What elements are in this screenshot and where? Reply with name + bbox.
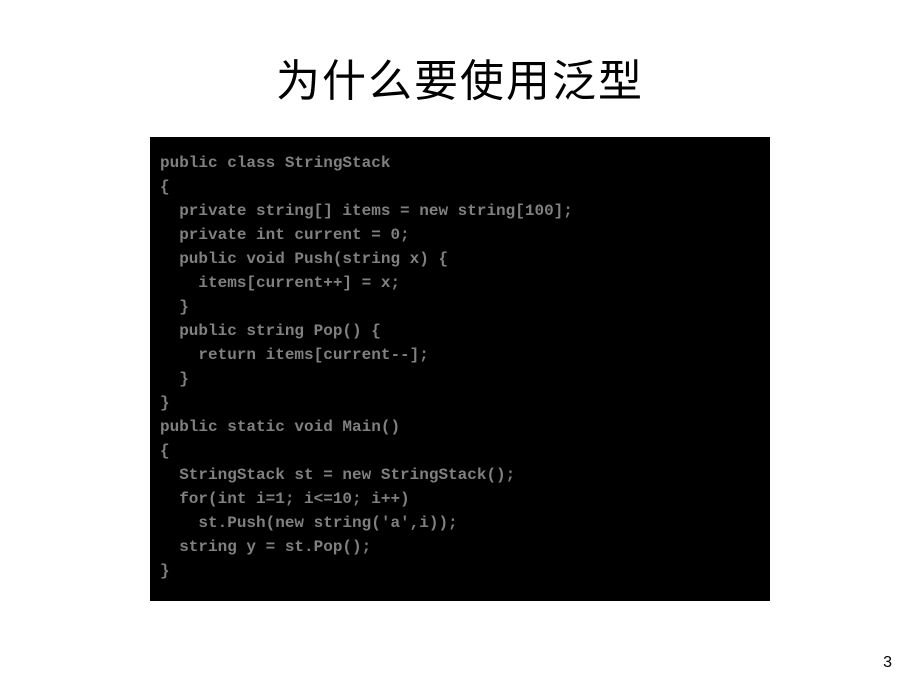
- code-line: string y = st.Pop();: [160, 535, 760, 559]
- slide-title: 为什么要使用泛型: [276, 45, 644, 109]
- code-line: StringStack st = new StringStack();: [160, 463, 760, 487]
- code-line: public class StringStack: [160, 151, 760, 175]
- code-line: private string[] items = new string[100]…: [160, 199, 760, 223]
- code-line: {: [160, 439, 760, 463]
- code-line: {: [160, 175, 760, 199]
- code-line: public string Pop() {: [160, 319, 760, 343]
- page-number: 3: [883, 654, 892, 672]
- code-line: }: [160, 295, 760, 319]
- code-line: for(int i=1; i<=10; i++): [160, 487, 760, 511]
- code-line: items[current++] = x;: [160, 271, 760, 295]
- code-line: }: [160, 559, 760, 583]
- slide-container: 为什么要使用泛型 public class StringStack { priv…: [0, 0, 920, 690]
- code-line: return items[current--];: [160, 343, 760, 367]
- code-line: }: [160, 391, 760, 415]
- code-line: st.Push(new string('a',i));: [160, 511, 760, 535]
- code-line: private int current = 0;: [160, 223, 760, 247]
- code-line: }: [160, 367, 760, 391]
- code-line: public static void Main(): [160, 415, 760, 439]
- code-line: public void Push(string x) {: [160, 247, 760, 271]
- code-block: public class StringStack { private strin…: [150, 137, 770, 601]
